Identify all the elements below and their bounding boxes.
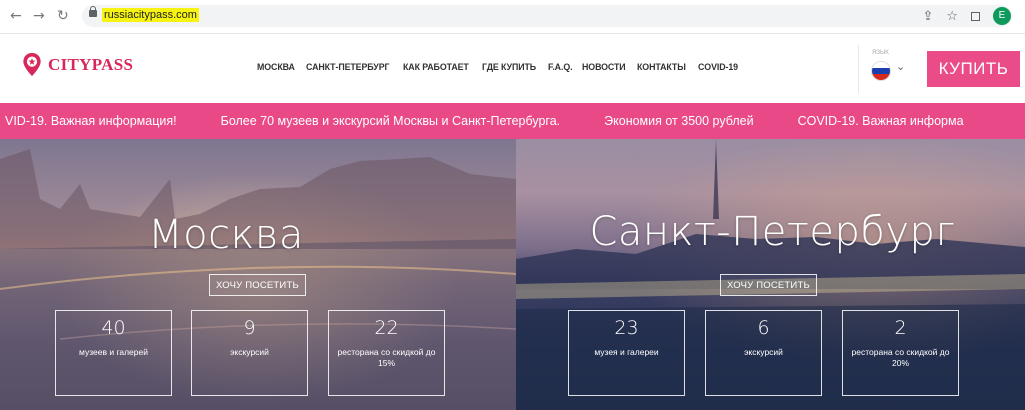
profile-avatar[interactable]: E bbox=[993, 7, 1011, 25]
stat-card[interactable]: 9 экскурсий bbox=[191, 310, 308, 396]
stat-value: 23 bbox=[614, 317, 639, 339]
url-text[interactable]: russiacitypass.com bbox=[102, 8, 199, 22]
ticker-item[interactable]: VID-19. Важная информация! bbox=[5, 114, 177, 128]
arrow-right-icon[interactable]: → bbox=[33, 8, 45, 24]
star-icon[interactable]: ☆ bbox=[946, 9, 958, 24]
arrow-left-icon[interactable]: ← bbox=[10, 8, 22, 24]
stat-value: 22 bbox=[374, 317, 399, 339]
nav-where-to-buy[interactable]: ГДЕ КУПИТЬ bbox=[482, 62, 536, 73]
stat-label: ресторана со скидкой до 20% bbox=[851, 347, 950, 368]
stat-label: экскурсий bbox=[230, 347, 269, 357]
nav-contacts[interactable]: КОНТАКТЫ bbox=[637, 62, 686, 73]
nav-covid[interactable]: COVID-19 bbox=[698, 62, 738, 73]
moscow-hero[interactable]: Москва ХОЧУ ПОСЕТИТЬ 40 музеев и галерей… bbox=[0, 139, 516, 410]
russia-flag-icon[interactable] bbox=[871, 61, 891, 81]
address-bar[interactable]: russiacitypass.com bbox=[82, 5, 1012, 27]
stat-card[interactable]: 6 экскурсий bbox=[705, 310, 822, 396]
stat-value: 40 bbox=[101, 317, 126, 339]
map-pin-icon bbox=[23, 52, 41, 77]
citypass-logo[interactable]: CITYPASS bbox=[22, 52, 133, 77]
chevron-down-icon[interactable]: ⌄ bbox=[896, 60, 905, 73]
lock-icon[interactable] bbox=[89, 6, 97, 17]
stat-label: экскурсий bbox=[744, 347, 783, 357]
logo-text: CITYPASS bbox=[48, 54, 134, 74]
nav-how-it-works[interactable]: КАК РАБОТАЕТ bbox=[403, 62, 469, 73]
stat-label: музея и галереи bbox=[594, 347, 659, 357]
stat-value: 6 bbox=[757, 317, 770, 339]
ticker-item[interactable]: COVID-19. Важная информа bbox=[798, 114, 964, 128]
site-header: CITYPASS МОСКВА САНКТ-ПЕТЕРБУРГ КАК РАБО… bbox=[0, 35, 1025, 100]
nav-spb[interactable]: САНКТ-ПЕТЕРБУРГ bbox=[306, 62, 390, 73]
stat-label: ресторана со скидкой до 15% bbox=[337, 347, 436, 368]
stat-value: 2 bbox=[894, 317, 907, 339]
nav-faq[interactable]: F.A.Q. bbox=[548, 62, 573, 73]
stat-card[interactable]: 23 музея и галереи bbox=[568, 310, 685, 396]
share-icon[interactable]: ⇪ bbox=[922, 9, 933, 24]
city-title-moscow: Москва bbox=[148, 212, 304, 258]
divider bbox=[858, 45, 859, 93]
browser-toolbar: ← → ↻ russiacitypass.com ⇪ ☆ E bbox=[0, 0, 1025, 34]
buy-button[interactable]: КУПИТЬ bbox=[927, 51, 1020, 87]
city-title-spb: Санкт-Петербург bbox=[589, 209, 956, 255]
news-ticker: VID-19. Важная информация! Более 70 музе… bbox=[0, 103, 1025, 139]
ticker-item[interactable]: Более 70 музеев и экскурсий Москвы и Сан… bbox=[221, 114, 561, 128]
stat-card[interactable]: 2 ресторана со скидкой до 20% bbox=[842, 310, 959, 396]
nav-moscow[interactable]: МОСКВА bbox=[257, 62, 295, 73]
stat-label: музеев и галерей bbox=[79, 347, 148, 357]
visit-spb-button[interactable]: ХОЧУ ПОСЕТИТЬ bbox=[720, 274, 817, 296]
spb-hero[interactable]: Санкт-Петербург ХОЧУ ПОСЕТИТЬ 23 музея и… bbox=[516, 139, 1025, 410]
main-nav: МОСКВА САНКТ-ПЕТЕРБУРГ КАК РАБОТАЕТ ГДЕ … bbox=[257, 62, 741, 73]
stat-value: 9 bbox=[243, 317, 256, 339]
nav-news[interactable]: НОВОСТИ bbox=[582, 62, 626, 73]
language-label: ЯЗЫК bbox=[872, 50, 889, 56]
reload-icon[interactable]: ↻ bbox=[57, 8, 69, 24]
stat-card[interactable]: 22 ресторана со скидкой до 15% bbox=[328, 310, 445, 396]
visit-moscow-button[interactable]: ХОЧУ ПОСЕТИТЬ bbox=[209, 274, 306, 296]
sidepanel-icon[interactable] bbox=[971, 11, 980, 21]
stat-card[interactable]: 40 музеев и галерей bbox=[55, 310, 172, 396]
ticker-item[interactable]: Экономия от 3500 рублей bbox=[604, 114, 753, 128]
